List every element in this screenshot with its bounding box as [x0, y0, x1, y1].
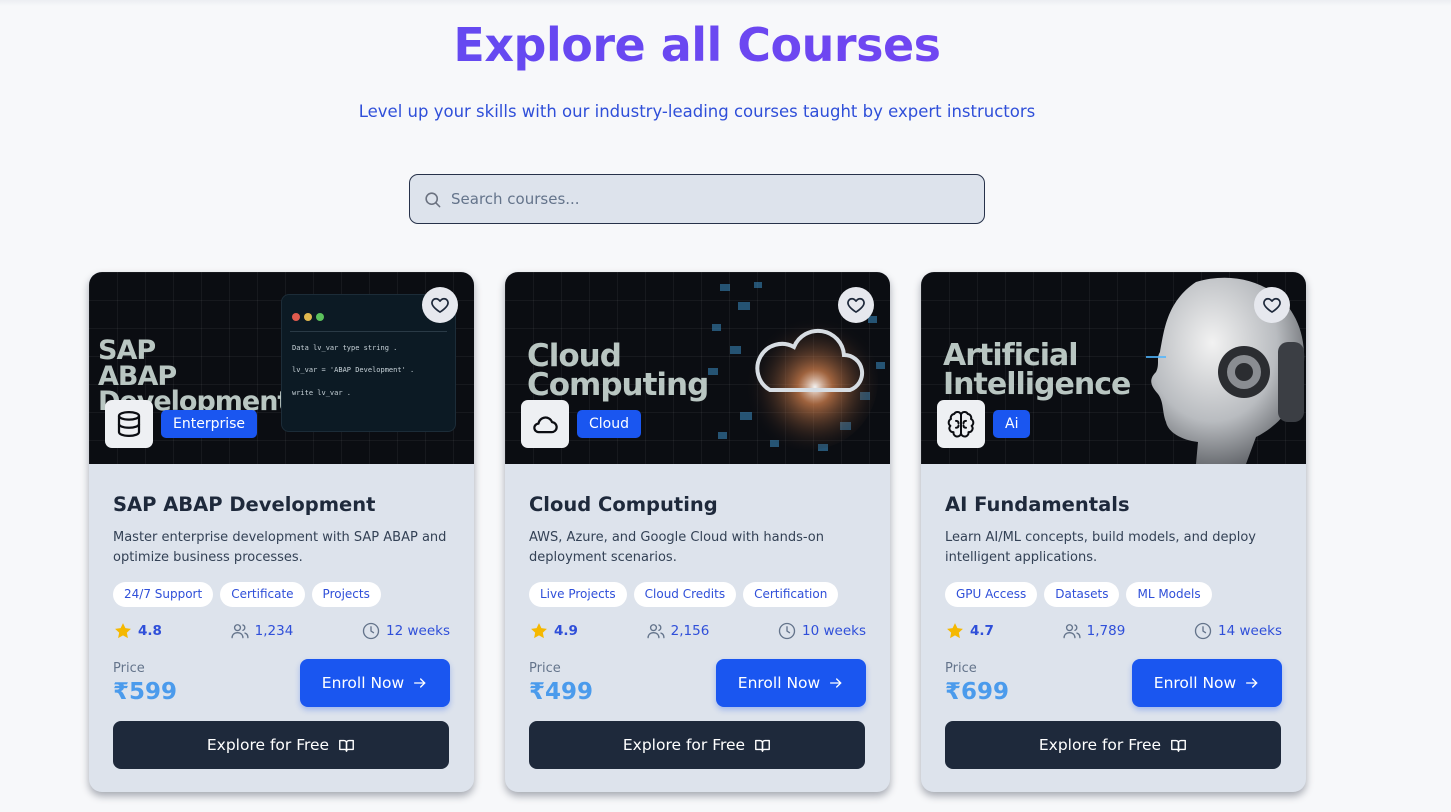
student-count: 2,156 [646, 621, 709, 641]
course-stats: 4.8 1,234 12 weeks [113, 621, 450, 641]
brain-icon [947, 411, 975, 438]
course-description: AWS, Azure, and Google Cloud with hands-… [529, 530, 824, 565]
clock-icon [778, 622, 796, 640]
feature-tag: Projects [311, 582, 381, 607]
duration: 14 weeks [1193, 621, 1282, 641]
course-card-sap-abap[interactable]: SAP ABAP Development Data lv_var type st… [89, 272, 474, 792]
category-icon-tile [105, 400, 153, 448]
thumbnail-title: Artificial Intelligence [943, 338, 1131, 402]
price-value: ₹599 [113, 679, 178, 705]
student-count: 1,789 [1062, 621, 1125, 641]
course-card-cloud-computing[interactable]: Cloud Computing Cloud Cloud Computing AW… [505, 272, 890, 792]
course-title: AI Fundamentals [945, 493, 1130, 516]
enroll-now-button[interactable]: Enroll Now [716, 659, 866, 707]
heart-icon [847, 297, 865, 313]
cloud-icon [533, 416, 558, 434]
arrow-right-icon [830, 678, 842, 688]
course-title: Cloud Computing [529, 493, 718, 516]
price-label: Price [529, 661, 561, 676]
category-icon-tile [521, 400, 569, 448]
star-icon [531, 623, 547, 639]
enroll-now-button[interactable]: Enroll Now [1132, 659, 1282, 707]
feature-tag: Certificate [220, 582, 305, 607]
book-open-icon [1171, 739, 1187, 752]
course-thumbnail: Cloud Computing Cloud [505, 272, 890, 464]
feature-tag: Certification [743, 582, 839, 607]
price-label: Price [945, 661, 977, 676]
arrow-right-icon [414, 678, 426, 688]
course-description: Master enterprise development with SAP A… [113, 530, 447, 565]
student-count: 1,234 [230, 621, 293, 641]
price-block: Price ₹499 [529, 659, 593, 705]
price-value: ₹699 [945, 679, 1010, 705]
duration: 12 weeks [361, 621, 450, 641]
feature-tag: 24/7 Support [113, 582, 214, 607]
star-icon [115, 623, 131, 639]
feature-tags: 24/7 Support Certificate Projects [113, 582, 450, 607]
clock-icon [362, 622, 380, 640]
search-icon [425, 191, 441, 207]
price-block: Price ₹699 [945, 659, 1009, 705]
duration: 10 weeks [777, 621, 866, 641]
feature-tag: Cloud Credits [633, 582, 737, 607]
price-label: Price [113, 661, 145, 676]
explore-for-free-button[interactable]: Explore for Free [113, 721, 449, 769]
favorite-button[interactable] [838, 287, 874, 323]
course-card-ai-fundamentals[interactable]: Artificial Intelligence Ai AI Fundamenta… [921, 272, 1306, 792]
rating: 4.8 [113, 621, 162, 641]
rating: 4.9 [529, 621, 578, 641]
category-icon-tile [937, 400, 985, 448]
users-icon [647, 624, 665, 639]
users-icon [231, 624, 249, 639]
rating: 4.7 [945, 621, 994, 641]
course-thumbnail: Artificial Intelligence Ai [921, 272, 1306, 464]
feature-tags: GPU Access Datasets ML Models [945, 582, 1282, 607]
search-input[interactable] [451, 190, 951, 208]
star-icon [947, 623, 963, 639]
page-title: Explore all Courses [0, 18, 1394, 72]
price-value: ₹499 [529, 679, 594, 705]
page-subtitle: Level up your skills with our industry-l… [358, 102, 1036, 121]
category-badge: Cloud [577, 410, 641, 438]
course-description: Learn AI/ML concepts, build models, and … [945, 530, 1257, 565]
clock-icon [1194, 622, 1212, 640]
thumbnail-title: Cloud Computing [527, 338, 709, 404]
category-badge: Enterprise [161, 410, 258, 438]
book-open-icon [339, 739, 355, 752]
course-stats: 4.7 1,789 14 weeks [945, 621, 1282, 641]
top-shadow [0, 0, 1451, 6]
feature-tag: ML Models [1126, 582, 1212, 607]
explore-for-free-button[interactable]: Explore for Free [945, 721, 1281, 769]
course-thumbnail: SAP ABAP Development Data lv_var type st… [89, 272, 474, 464]
heart-icon [431, 297, 449, 313]
search-bar[interactable] [409, 174, 985, 224]
course-stats: 4.9 2,156 10 weeks [529, 621, 866, 641]
favorite-button[interactable] [1254, 287, 1290, 323]
category-badge: Ai [993, 410, 1031, 438]
book-open-icon [755, 739, 771, 752]
arrow-right-icon [1246, 678, 1258, 688]
feature-tag: Datasets [1044, 582, 1120, 607]
feature-tag: Live Projects [529, 582, 627, 607]
database-icon [117, 411, 141, 438]
course-title: SAP ABAP Development [113, 493, 376, 516]
enroll-now-button[interactable]: Enroll Now [300, 659, 450, 707]
feature-tag: GPU Access [945, 582, 1038, 607]
price-block: Price ₹599 [113, 659, 177, 705]
explore-for-free-button[interactable]: Explore for Free [529, 721, 865, 769]
favorite-button[interactable] [422, 287, 458, 323]
heart-icon [1263, 297, 1281, 313]
feature-tags: Live Projects Cloud Credits Certificatio… [529, 582, 866, 607]
users-icon [1063, 624, 1081, 639]
